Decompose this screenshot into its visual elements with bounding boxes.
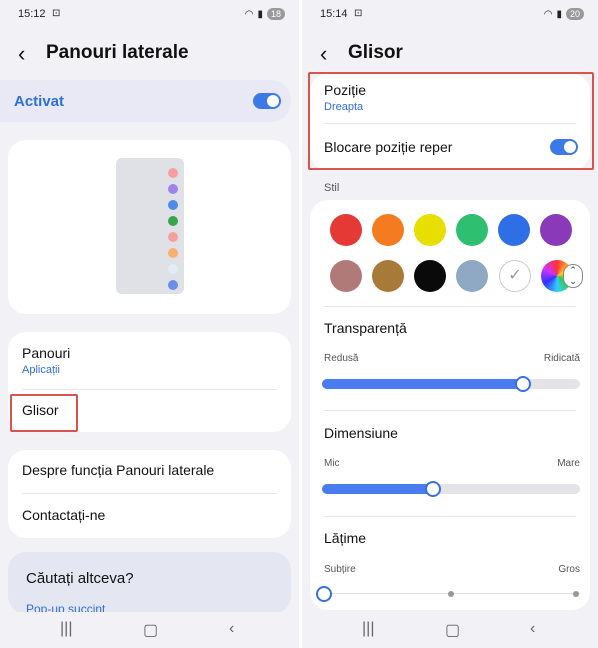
slider-step-dot [573, 591, 579, 597]
divider [324, 516, 576, 517]
slider-step-dot [448, 591, 454, 597]
status-time: 15:12 [18, 8, 46, 20]
app-dot [168, 200, 178, 210]
app-dot [168, 168, 178, 178]
nav-bar: ||| ▢ ‹ [302, 612, 598, 648]
battery-icon: 20 [565, 8, 584, 20]
app-dot [168, 184, 178, 194]
battery-icon: 18 [266, 8, 285, 20]
width-max: Gros [558, 564, 580, 575]
color-swatch[interactable] [498, 214, 530, 246]
color-picker-swatch[interactable]: ⌃ ⌄ [541, 260, 583, 292]
width-label: Lățime [324, 530, 367, 546]
header: ‹ Glisor [302, 40, 598, 68]
transparency-label: Transparență [324, 320, 407, 336]
check-icon[interactable]: ✓ [499, 260, 531, 292]
color-swatch[interactable] [330, 214, 362, 246]
activated-label: Activat [14, 93, 65, 110]
page-title: Glisor [348, 42, 403, 63]
color-swatch[interactable] [330, 260, 362, 292]
style-label: Stil [324, 182, 340, 194]
home-icon[interactable]: ▢ [445, 620, 460, 640]
panels-row[interactable]: Panouri Aplicații [8, 332, 291, 388]
app-dot [168, 248, 178, 258]
app-dot [168, 216, 178, 226]
wifi-icon: ◠ [244, 8, 254, 20]
color-swatch[interactable] [540, 214, 572, 246]
style-card: ✓ ⌃ ⌄ Transparență Redusă Ridicată Dimens… [310, 200, 590, 610]
preview-card [8, 140, 291, 314]
slider-highlight [10, 394, 78, 432]
right-screen: 15:14 ⊡ ◠ ▮ 20 ‹ Glisor Poziție Dreapta … [302, 0, 598, 648]
app-dot [168, 232, 178, 242]
contact-label: Contactați-ne [22, 507, 106, 523]
info-card: Despre funcția Panouri laterale Contacta… [8, 450, 291, 538]
contact-row[interactable]: Contactați-ne [8, 494, 291, 538]
back-icon[interactable]: ‹ [18, 40, 25, 68]
size-min: Mic [324, 458, 340, 469]
signal-icon: ▮ [257, 8, 263, 20]
app-dot [168, 280, 178, 290]
size-max: Mare [557, 458, 580, 469]
search-card: Căutați altceva? Pop-up succint [8, 552, 291, 614]
divider [324, 410, 576, 411]
screenshot-icon: ⊡ [354, 8, 363, 19]
status-bar: 15:12 ⊡ ◠ ▮ 18 [0, 6, 299, 24]
header: ‹ Panouri laterale [0, 40, 299, 68]
size-slider[interactable] [322, 481, 580, 497]
width-min: Subțire [324, 564, 356, 575]
panels-sub: Aplicații [22, 364, 60, 376]
wifi-icon: ◠ [543, 8, 553, 20]
app-dot [168, 264, 178, 274]
chevron-updown-icon[interactable]: ⌃ ⌄ [563, 264, 583, 288]
size-label: Dimensiune [324, 425, 398, 441]
recents-icon[interactable]: ||| [60, 620, 72, 638]
status-bar: 15:14 ⊡ ◠ ▮ 20 [302, 6, 598, 24]
panels-label: Panouri [22, 345, 71, 361]
position-highlight [308, 72, 594, 170]
back-nav-icon[interactable]: ‹ [530, 620, 535, 638]
slider-thumb[interactable] [316, 586, 332, 602]
home-icon[interactable]: ▢ [143, 620, 158, 640]
color-swatch[interactable] [414, 214, 446, 246]
about-label: Despre funcția Panouri laterale [22, 462, 215, 478]
page-title: Panouri laterale [46, 42, 189, 63]
transparency-min: Redusă [324, 353, 359, 364]
width-slider[interactable] [316, 586, 580, 602]
slider-thumb[interactable] [424, 481, 441, 497]
back-icon[interactable]: ‹ [320, 40, 327, 68]
color-swatch[interactable] [372, 214, 404, 246]
color-swatch[interactable] [372, 260, 404, 292]
left-screen: 15:12 ⊡ ◠ ▮ 18 ‹ Panouri laterale Activa… [0, 0, 299, 648]
color-swatch[interactable] [456, 214, 488, 246]
nav-bar: ||| ▢ ‹ [0, 612, 299, 648]
search-card-title: Căutați altceva? [26, 570, 134, 587]
activated-toggle-row[interactable]: Activat [0, 80, 291, 122]
screenshot-icon: ⊡ [52, 8, 61, 19]
back-nav-icon[interactable]: ‹ [229, 620, 234, 638]
panel-preview [116, 158, 184, 294]
signal-icon: ▮ [556, 8, 562, 20]
about-row[interactable]: Despre funcția Panouri laterale [8, 450, 291, 492]
slider-thumb[interactable] [515, 376, 532, 392]
transparency-slider[interactable] [322, 376, 580, 392]
status-time: 15:14 [320, 8, 348, 20]
transparency-max: Ridicată [543, 353, 580, 364]
color-swatch[interactable] [414, 260, 446, 292]
color-swatch[interactable] [456, 260, 488, 292]
divider [324, 306, 576, 307]
recents-icon[interactable]: ||| [362, 620, 374, 638]
activated-toggle[interactable] [253, 93, 281, 109]
